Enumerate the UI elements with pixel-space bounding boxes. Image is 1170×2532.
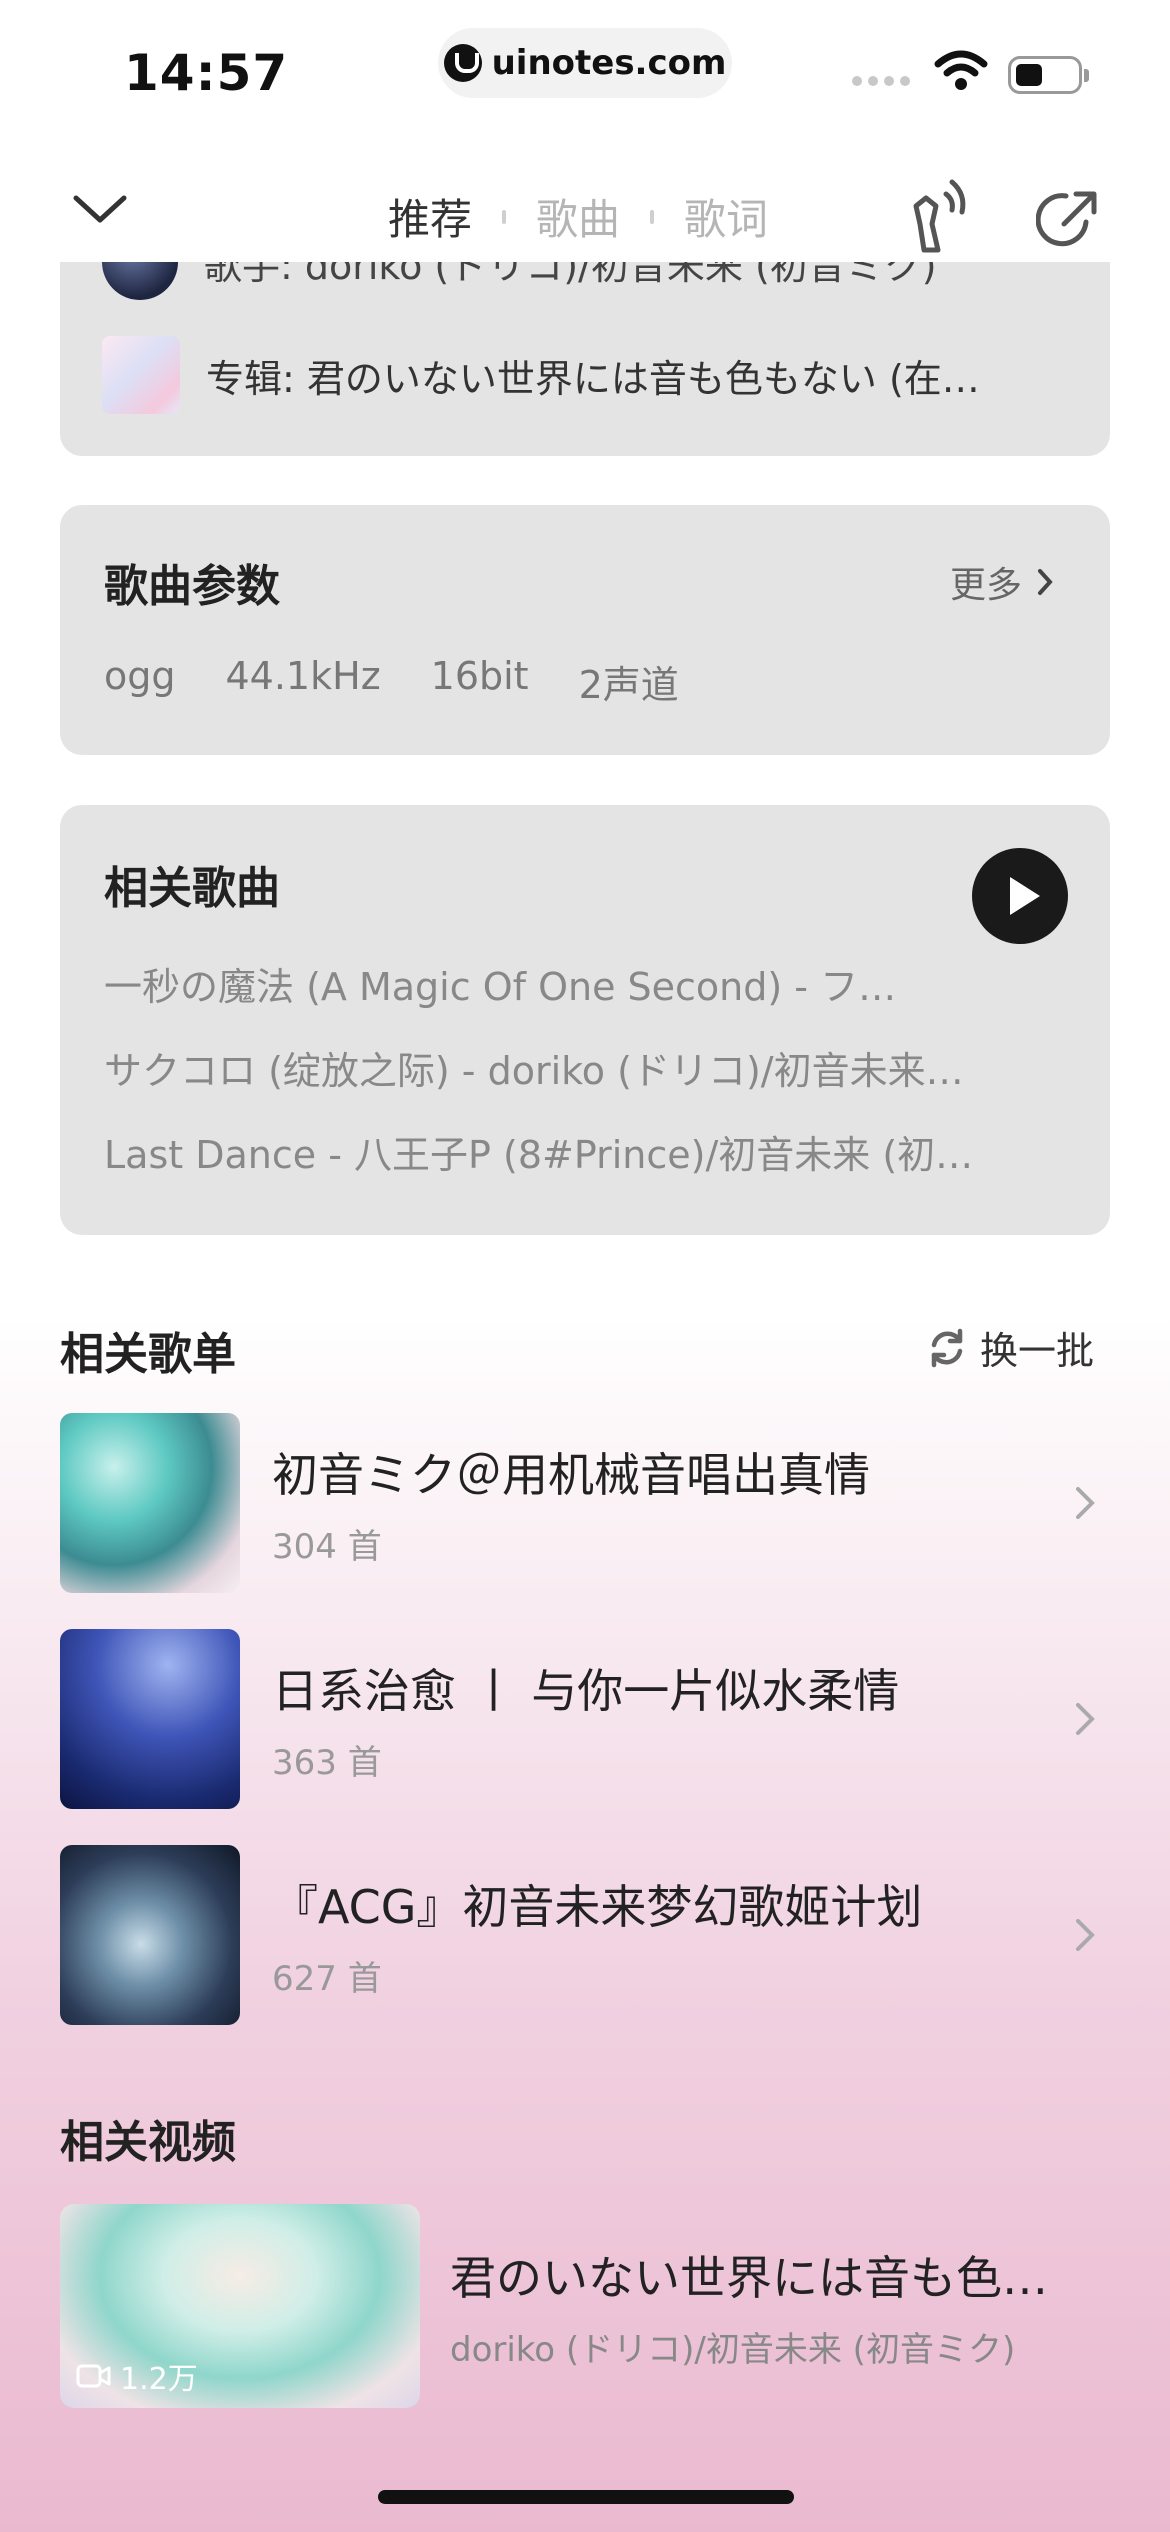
url-pill[interactable]: uinotes.com [438, 28, 732, 98]
playlist-cover [60, 1413, 240, 1593]
song-params-card [60, 505, 1110, 755]
related-song-item[interactable]: Last Dance - 八王子P (8#Prince)/初音未来 (初… [104, 1124, 1044, 1179]
playlist-name: 『ACG』初音未来梦幻歌姬计划 [272, 1879, 923, 1934]
playlist-row[interactable]: 日系治愈 丨 与你一片似水柔情 363 首 [60, 1629, 1110, 1809]
video-camera-icon [76, 2364, 111, 2388]
album-row[interactable]: 专辑: 君のいない世界には音も色もない (在… [102, 336, 980, 414]
chevron-right-icon [1038, 569, 1053, 595]
cellular-signal-icon [852, 76, 910, 86]
playlist-name: 日系治愈 丨 与你一片似水柔情 [272, 1663, 900, 1718]
chevron-right-icon [1076, 1919, 1095, 1951]
view-count-label: 1.2万 [120, 2362, 198, 2397]
microphone-broadcast-icon[interactable] [902, 176, 974, 256]
playlist-cover [60, 1629, 240, 1809]
playlist-row[interactable]: 初音ミク＠用机械音唱出真情 304 首 [60, 1413, 1110, 1593]
playlist-name: 初音ミク＠用机械音唱出真情 [272, 1447, 870, 1502]
artist-row[interactable]: 歌手: doriko (ドリコ)/初音未来 (初音ミク) [102, 262, 937, 300]
param-channels: 2声道 [578, 663, 679, 707]
refresh-button[interactable]: 换一批 [926, 1320, 1094, 1375]
params-more-link[interactable]: 更多 [950, 556, 1054, 608]
playlist-row[interactable]: 『ACG』初音未来梦幻歌姬计划 627 首 [60, 1845, 1110, 2025]
video-artist: doriko (ドリコ)/初音未来 (初音ミク) [450, 2330, 1016, 2370]
param-bit-depth: 16bit [430, 654, 529, 698]
related-songs-title: 相关歌曲 [104, 863, 280, 914]
tab-recommend[interactable]: 推荐 [388, 186, 472, 247]
related-song-item[interactable]: サクコロ (绽放之际) - doriko (ドリコ)/初音未来… [104, 1040, 1044, 1095]
status-time: 14:57 [124, 44, 289, 102]
refresh-label: 换一批 [980, 1329, 1095, 1373]
tab-songs[interactable]: 歌曲 [536, 186, 620, 247]
collapse-chevron-icon[interactable] [70, 190, 130, 230]
header-tabs: 推荐 歌曲 歌词 [388, 186, 768, 247]
video-view-count: 1.2万 [76, 2354, 198, 2398]
site-logo-icon [443, 44, 482, 82]
play-all-button[interactable] [972, 848, 1068, 944]
params-values: ogg 44.1kHz 16bit 2声道 [104, 654, 679, 709]
chevron-right-icon [1076, 1487, 1095, 1519]
related-videos-title: 相关视频 [60, 2117, 236, 2168]
album-label: 专辑: 君のいない世界には音も色もない (在… [206, 356, 980, 401]
chevron-right-icon [1076, 1703, 1095, 1735]
url-text: uinotes.com [491, 43, 727, 83]
tab-lyrics[interactable]: 歌词 [684, 186, 768, 247]
artist-avatar [102, 262, 178, 300]
battery-icon [1008, 56, 1089, 94]
related-playlists-title: 相关歌单 [60, 1329, 236, 1380]
playlist-count: 304 首 [272, 1526, 382, 1567]
tab-divider [502, 209, 507, 224]
wifi-icon [934, 50, 988, 90]
params-title: 歌曲参数 [104, 561, 280, 612]
tab-divider [650, 209, 655, 224]
playlist-cover [60, 1845, 240, 2025]
related-song-item[interactable]: 一秒の魔法 (A Magic Of One Second) - フ… [104, 956, 1044, 1011]
refresh-icon [931, 1328, 963, 1367]
more-label: 更多 [950, 565, 1023, 606]
video-title[interactable]: 君のいない世界には音も色… [450, 2242, 1090, 2308]
playlist-count: 363 首 [272, 1742, 382, 1783]
artist-row-clip: 歌手: doriko (ドリコ)/初音未来 (初音ミク) [60, 262, 1110, 302]
home-indicator[interactable] [378, 2490, 794, 2504]
album-cover [102, 336, 180, 414]
playlist-count: 627 首 [272, 1958, 382, 1999]
share-icon[interactable] [1036, 186, 1102, 252]
param-format: ogg [104, 654, 176, 698]
artist-label: 歌手: doriko (ドリコ)/初音未来 (初音ミク) [204, 262, 937, 288]
param-sample-rate: 44.1kHz [225, 654, 381, 698]
